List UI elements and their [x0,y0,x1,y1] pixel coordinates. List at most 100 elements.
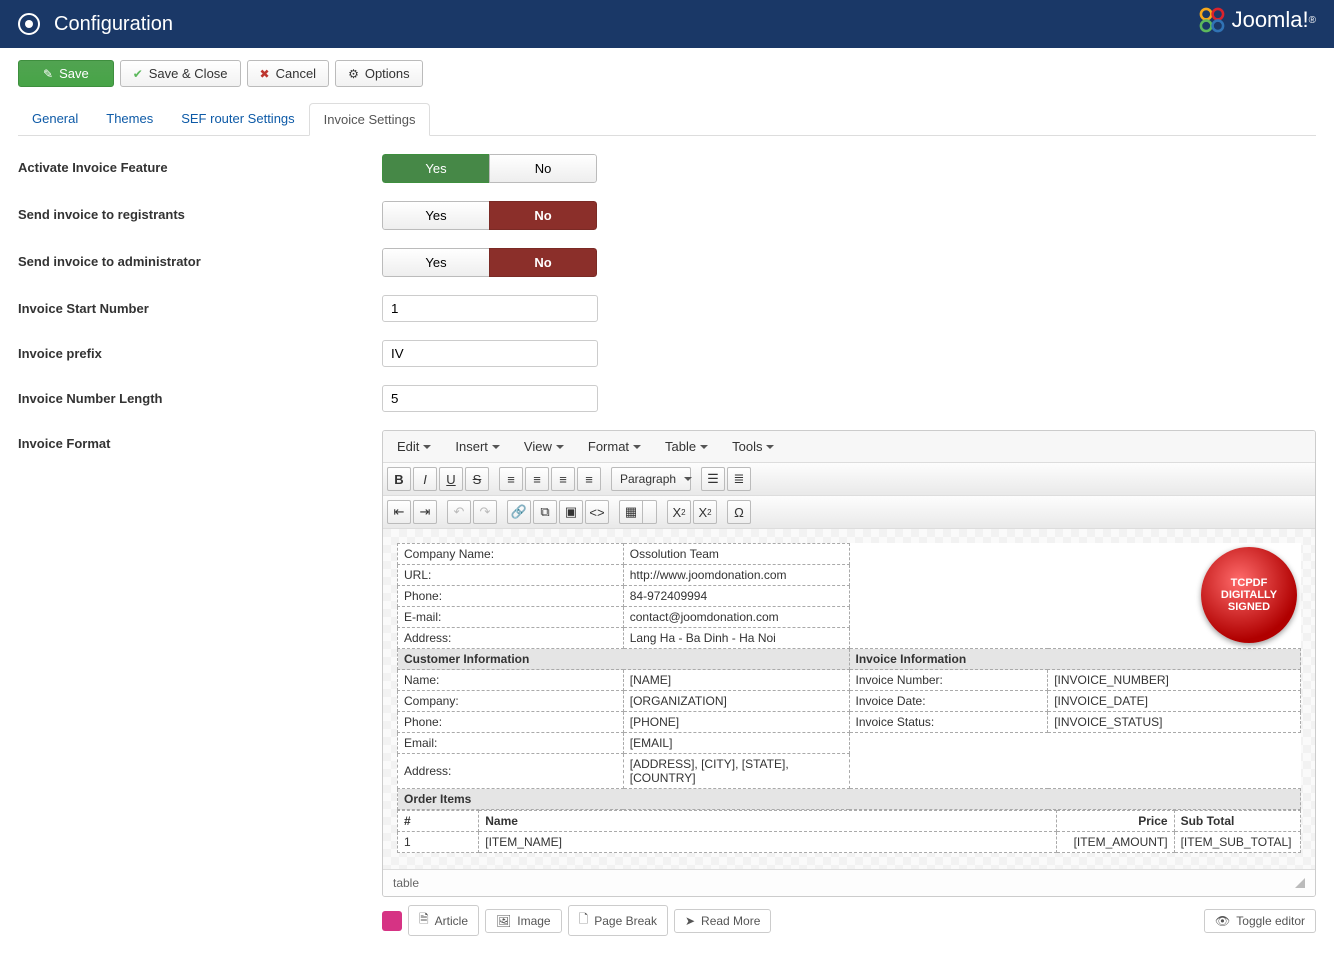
eye-icon: 👁 [1215,914,1230,928]
send-admin-no[interactable]: No [489,248,597,277]
activate-invoice-yes[interactable]: Yes [382,154,490,183]
save-label: Save [59,66,89,81]
toggle-editor-button[interactable]: 👁Toggle editor [1204,909,1316,933]
tab-general[interactable]: General [18,103,92,135]
table-row[interactable]: 1 [ITEM_NAME] [ITEM_AMOUNT] [ITEM_SUB_TO… [398,832,1301,853]
send-registrants-yes[interactable]: Yes [382,201,490,230]
chevron-down-icon [556,445,564,449]
chevron-down-icon [492,445,500,449]
send-registrants-no[interactable]: No [489,201,597,230]
underline-button[interactable]: U [439,467,463,491]
menu-insert[interactable]: Insert [455,439,500,454]
order-items-table[interactable]: # Name Price Sub Total 1 [ITEM_NAME] [IT… [397,810,1301,853]
cancel-label: Cancel [276,66,316,81]
link-button[interactable]: 🔗 [507,500,531,524]
image-icon: 🖼 [496,914,511,928]
invoice-template-table[interactable]: Company Name: Ossolution Team URL:http:/… [397,543,1301,810]
tab-sef[interactable]: SEF router Settings [167,103,308,135]
chevron-down-icon [423,445,431,449]
send-admin-yes[interactable]: Yes [382,248,490,277]
number-length-label: Invoice Number Length [18,385,382,412]
numbered-list-button[interactable]: ≣ [727,467,751,491]
unlink-button[interactable]: ⧉ [533,500,557,524]
chevron-down-icon [766,445,774,449]
table-row[interactable]: Order Items [398,789,1301,810]
table-row[interactable]: Phone:[PHONE] Invoice Status:[INVOICE_ST… [398,712,1301,733]
align-center-button[interactable]: ≡ [525,467,549,491]
undo-button[interactable]: ↶ [447,500,471,524]
table-row[interactable]: Company Name: Ossolution Team [398,544,1301,565]
cancel-button[interactable]: ✖ Cancel [247,60,330,87]
superscript-button[interactable]: X2 [693,500,717,524]
joomla-logo: Joomla!® [1198,6,1316,34]
tcpdf-seal-image: TCPDF DIGITALLY SIGNED [1201,547,1297,643]
editor-menubar: Edit Insert View Format Table Tools [383,431,1315,463]
chevron-down-icon [684,477,692,481]
subscript-button[interactable]: X2 [667,500,691,524]
insert-image-button[interactable]: 🖼Image [485,909,562,933]
menu-edit[interactable]: Edit [397,439,431,454]
outdent-button[interactable]: ⇤ [387,500,411,524]
options-label: Options [365,66,410,81]
bold-button[interactable]: B [387,467,411,491]
start-number-input[interactable] [382,295,598,322]
module-icon[interactable] [382,911,402,931]
app-topbar: Configuration Joomla!® [0,0,1334,48]
send-registrants-label: Send invoice to registrants [18,201,382,230]
save-button[interactable]: ✎ Save [18,60,114,87]
tab-invoice-settings[interactable]: Invoice Settings [309,103,431,136]
indent-button[interactable]: ⇥ [413,500,437,524]
read-more-button[interactable]: ➤Read More [674,909,771,933]
strikethrough-button[interactable]: S [465,467,489,491]
table-row[interactable]: Email:[EMAIL] [398,733,1301,754]
chevron-down-icon [633,445,641,449]
table-row[interactable]: Name:[NAME] Invoice Number:[INVOICE_NUMB… [398,670,1301,691]
readmore-icon: ➤ [685,914,695,928]
editor-toolbar-row2: ⇤ ⇥ ↶ ↷ 🔗 ⧉ ▣ <> ▦ X2 X2 [383,496,1315,529]
prefix-label: Invoice prefix [18,340,382,367]
editor-content-area[interactable]: TCPDF DIGITALLY SIGNED Company Name: Oss… [383,529,1315,869]
activate-invoice-no[interactable]: No [489,154,597,183]
code-button[interactable]: <> [585,500,609,524]
cancel-icon: ✖ [260,67,270,81]
table-row[interactable]: Customer Information Invoice Information [398,649,1301,670]
send-registrants-toggle: Yes No [382,201,597,230]
save-close-label: Save & Close [149,66,228,81]
align-justify-button[interactable]: ≡ [577,467,601,491]
article-button[interactable]: 🗎Article [408,905,479,936]
action-toolbar: ✎ Save ✔ Save & Close ✖ Cancel ⚙ Options [0,48,1334,99]
resize-handle[interactable] [1295,878,1305,888]
table-row[interactable]: Company:[ORGANIZATION] Invoice Date:[INV… [398,691,1301,712]
editor-toolbar-row1: B I U S ≡ ≡ ≡ ≡ Paragraph ☰ ≣ [383,463,1315,496]
send-admin-label: Send invoice to administrator [18,248,382,277]
align-left-button[interactable]: ≡ [499,467,523,491]
number-length-input[interactable] [382,385,598,412]
format-select[interactable]: Paragraph [611,467,691,491]
menu-table[interactable]: Table [665,439,708,454]
redo-button[interactable]: ↷ [473,500,497,524]
menu-format[interactable]: Format [588,439,641,454]
send-admin-toggle: Yes No [382,248,597,277]
align-right-button[interactable]: ≡ [551,467,575,491]
invoice-format-editor: Edit Insert View Format Table Tools B I … [382,430,1316,897]
image-button[interactable]: ▣ [559,500,583,524]
editor-path[interactable]: table [393,876,419,890]
prefix-input[interactable] [382,340,598,367]
save-close-button[interactable]: ✔ Save & Close [120,60,241,87]
activate-invoice-toggle: Yes No [382,154,597,183]
menu-view[interactable]: View [524,439,564,454]
start-number-label: Invoice Start Number [18,295,382,322]
save-icon: ✎ [43,67,53,81]
editor-bottom-toolbar: 🗎Article 🖼Image 🗋Page Break ➤Read More 👁… [382,905,1316,936]
brand-text: Joomla! [1232,7,1309,33]
italic-button[interactable]: I [413,467,437,491]
editor-statusbar: table [383,869,1315,896]
table-split-button[interactable]: ▦ [619,500,657,524]
special-char-button[interactable]: Ω [727,500,751,524]
table-row[interactable]: # Name Price Sub Total [398,811,1301,832]
options-button[interactable]: ⚙ Options [335,60,423,87]
tab-themes[interactable]: Themes [92,103,167,135]
bullet-list-button[interactable]: ☰ [701,467,725,491]
page-break-button[interactable]: 🗋Page Break [568,905,668,936]
menu-tools[interactable]: Tools [732,439,774,454]
